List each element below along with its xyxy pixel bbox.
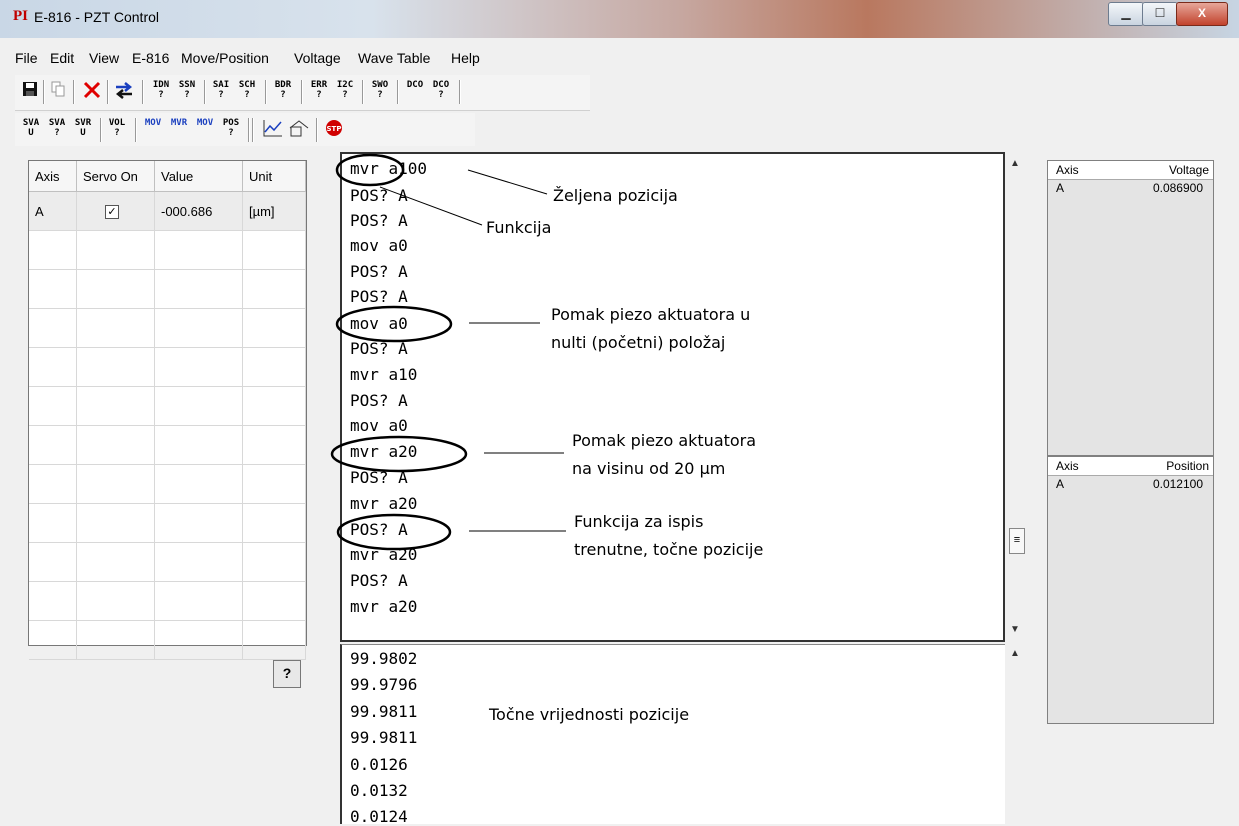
voltage-axis: A <box>1056 181 1065 195</box>
position-axis: A <box>1056 477 1065 491</box>
scroll-down-icon[interactable]: ▼ <box>1010 624 1020 635</box>
voltage-col-axis: Axis <box>1056 163 1079 177</box>
scroll-up-icon[interactable]: ▲ <box>1010 648 1020 659</box>
voltage-col-voltage: Voltage <box>1168 163 1209 177</box>
voltage-value: 0.086900 <box>1152 181 1203 195</box>
scroll-thumb[interactable]: ≡ <box>1009 528 1025 554</box>
output-scrollbar[interactable]: ▲ <box>1006 644 1026 824</box>
ellipse-pos-a <box>336 513 452 551</box>
voltage-panel: Axis Voltage A 0.086900 <box>1047 160 1214 456</box>
position-col-axis: Axis <box>1056 459 1079 473</box>
leader-zeljena <box>467 169 548 195</box>
position-panel: Axis Position A 0.012100 <box>1047 456 1214 724</box>
scroll-up-icon[interactable]: ▲ <box>1010 158 1020 169</box>
ellipse-mvr <box>335 153 405 187</box>
ellipse-mvr-a20 <box>330 435 468 473</box>
command-scrollbar[interactable]: ▲ ▼ <box>1006 152 1026 642</box>
position-value: 0.012100 <box>1152 477 1203 491</box>
ellipse-mov-a0 <box>335 305 453 343</box>
leader-funkcija <box>379 186 483 226</box>
position-col-position: Position <box>1166 459 1209 473</box>
